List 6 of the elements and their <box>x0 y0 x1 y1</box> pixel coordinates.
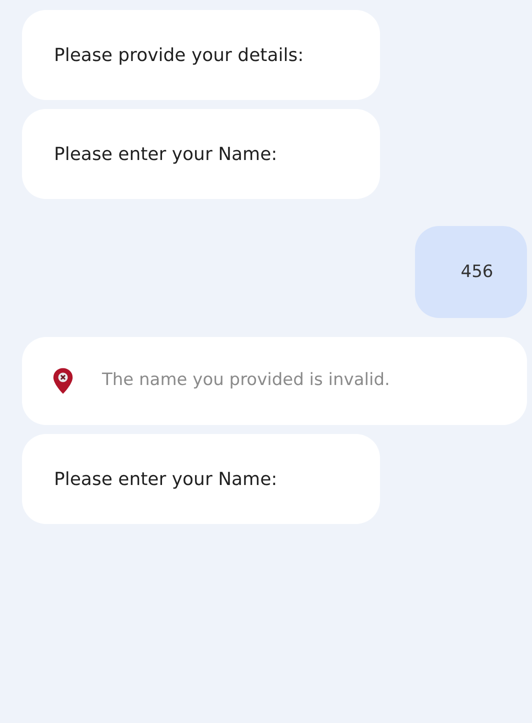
user-message: 456 <box>415 226 527 318</box>
error-pin-icon <box>52 367 74 395</box>
error-text: The name you provided is invalid. <box>102 369 390 392</box>
bot-message: Please enter your Name: <box>22 109 380 199</box>
bot-message: Please enter your Name: <box>22 434 380 524</box>
bot-message: Please provide your details: <box>22 10 380 100</box>
